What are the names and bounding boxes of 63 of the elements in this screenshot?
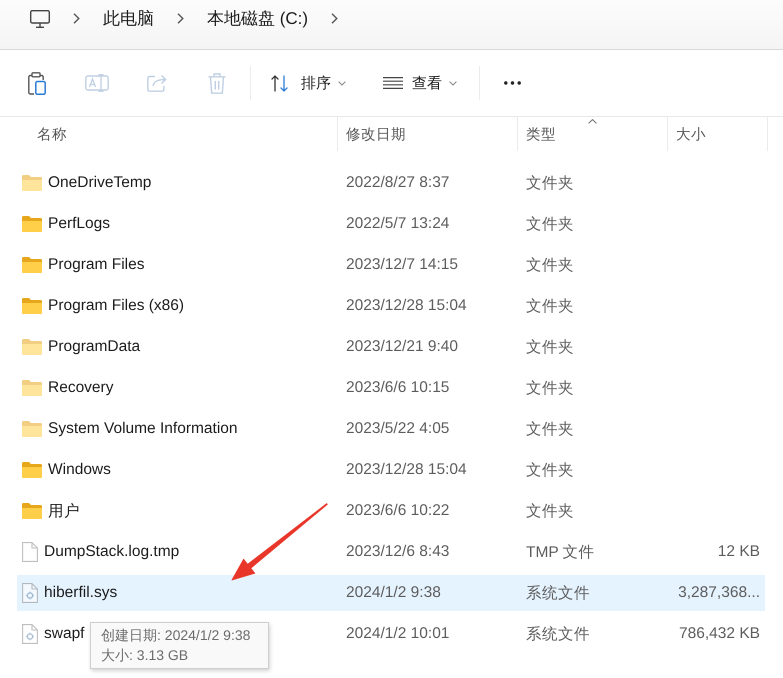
rename-icon [85,74,109,92]
breadcrumb-item[interactable]: 本地磁盘 (C:) [207,8,308,30]
more-icon [504,81,520,85]
file-size: 12 KB [718,543,760,560]
file-type: 文件夹 [526,338,574,356]
column-header[interactable]: 修改日期 [338,117,518,151]
view-menu-button[interactable]: 查看 [375,63,465,103]
file-name[interactable]: Program Files [48,256,144,274]
trash-icon [208,72,226,94]
file-name[interactable]: swapf [44,625,84,643]
modified-date: 2023/12/7 14:15 [346,256,458,273]
file-name[interactable]: hiberfil.sys [44,584,118,602]
modified-date: 2023/6/6 10:15 [346,379,450,396]
modified-date: 2024/1/2 9:38 [346,584,441,601]
file-name[interactable]: OneDriveTemp [48,174,152,192]
file-size: 3,287,368... [678,584,760,601]
sort-menu-button[interactable]: 排序 [263,63,354,103]
column-header[interactable]: 大小 [668,117,768,151]
selected-row[interactable]: hiberfil.sys 2024/1/2 9:38 系统文件 3,287,368... [17,575,765,611]
file-name[interactable]: ProgramData [48,338,140,356]
file-name[interactable]: Recovery [48,379,114,397]
modified-date: 2023/12/28 15:04 [346,297,467,314]
tooltip-text: 创建日期: 2024/1/2 9:38 [101,626,250,645]
modified-date: 2023/12/28 15:04 [346,461,467,478]
caret-down-icon [449,80,457,86]
file-type: 文件夹 [526,462,574,478]
chevron-icon[interactable] [331,13,338,24]
modified-date: 2023/5/22 4:05 [346,420,450,437]
modified-date: 2024/1/2 10:01 [346,625,450,642]
computer-icon [30,10,50,28]
modified-date: 2022/8/27 8:37 [346,174,450,191]
file-type: 文件夹 [526,256,574,274]
column-header[interactable]: 类型 [518,117,668,151]
modified-date: 2023/12/6 8:43 [346,543,450,560]
file-type: 文件夹 [526,502,574,520]
file-type: 文件夹 [526,298,574,314]
file-name[interactable]: Program Files (x86) [48,297,184,315]
file-type: 文件夹 [526,380,574,396]
file-name[interactable]: 用户 [48,500,80,522]
modified-date: 2022/5/7 13:24 [346,215,450,232]
sort-icon [271,74,288,92]
file-size: 786,432 KB [678,625,760,642]
file-name[interactable]: System Volume Information [48,420,238,438]
tooltip-text: 大小: 3.13 GB [101,646,190,665]
chevron-icon[interactable] [177,13,184,24]
file-type: 文件夹 [526,174,574,192]
chevron-icon[interactable] [73,13,80,24]
file-type: TMP 文件 [526,544,595,560]
list-icon [383,77,403,89]
file-type: 文件夹 [526,420,574,438]
file-name[interactable]: DumpStack.log.tmp [44,543,180,561]
file-name[interactable]: PerfLogs [48,215,110,233]
file-type: 文件夹 [526,216,574,232]
modified-date: 2023/6/6 10:22 [346,502,450,519]
share-icon [147,74,167,92]
paste-icon [28,72,46,94]
file-type: 系统文件 [526,626,590,642]
column-header[interactable]: 名称 [17,117,338,151]
modified-date: 2023/12/21 9:40 [346,338,458,355]
file-type: 系统文件 [526,584,590,602]
caret-down-icon [338,80,346,86]
breadcrumb-item[interactable]: 此电脑 [103,8,154,30]
file-name[interactable]: Windows [48,461,111,479]
